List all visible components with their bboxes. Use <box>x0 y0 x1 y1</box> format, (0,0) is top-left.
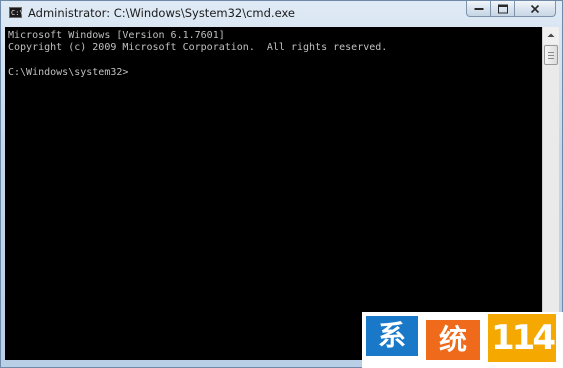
thumb-grip-line <box>548 52 554 53</box>
console-prompt[interactable]: C:\Windows\system32> <box>8 67 128 79</box>
scroll-up-arrow-icon <box>547 33 555 37</box>
close-button[interactable] <box>514 1 556 17</box>
console-line-version: Microsoft Windows [Version 6.1.7601] <box>8 30 225 41</box>
scroll-thumb[interactable] <box>544 45 558 65</box>
restore-icon <box>497 4 508 13</box>
window-controls <box>466 1 556 18</box>
minimize-icon <box>474 7 483 10</box>
thumb-grip-line <box>548 55 554 56</box>
window-title: Administrator: C:\Windows\System32\cmd.e… <box>28 6 295 20</box>
watermark-char-2: 统 <box>426 320 480 360</box>
watermark-char-1: 系 <box>366 316 418 356</box>
vertical-scrollbar[interactable] <box>542 27 559 360</box>
console-output[interactable]: Microsoft Windows [Version 6.1.7601] Cop… <box>5 27 542 360</box>
thumb-grip-line <box>548 58 554 59</box>
restore-button[interactable] <box>490 1 515 17</box>
close-icon <box>530 4 540 13</box>
watermark-number: 114 <box>488 314 556 362</box>
watermark-logo: 系 统 114 <box>362 312 563 368</box>
minimize-button[interactable] <box>466 1 491 17</box>
title-bar[interactable]: C:\ Administrator: C:\Windows\System32\c… <box>1 1 562 26</box>
scroll-up-button[interactable] <box>543 27 559 44</box>
console-line-copyright: Copyright (c) 2009 Microsoft Corporation… <box>8 42 388 53</box>
cmd-console-icon[interactable]: C:\ <box>9 7 24 18</box>
